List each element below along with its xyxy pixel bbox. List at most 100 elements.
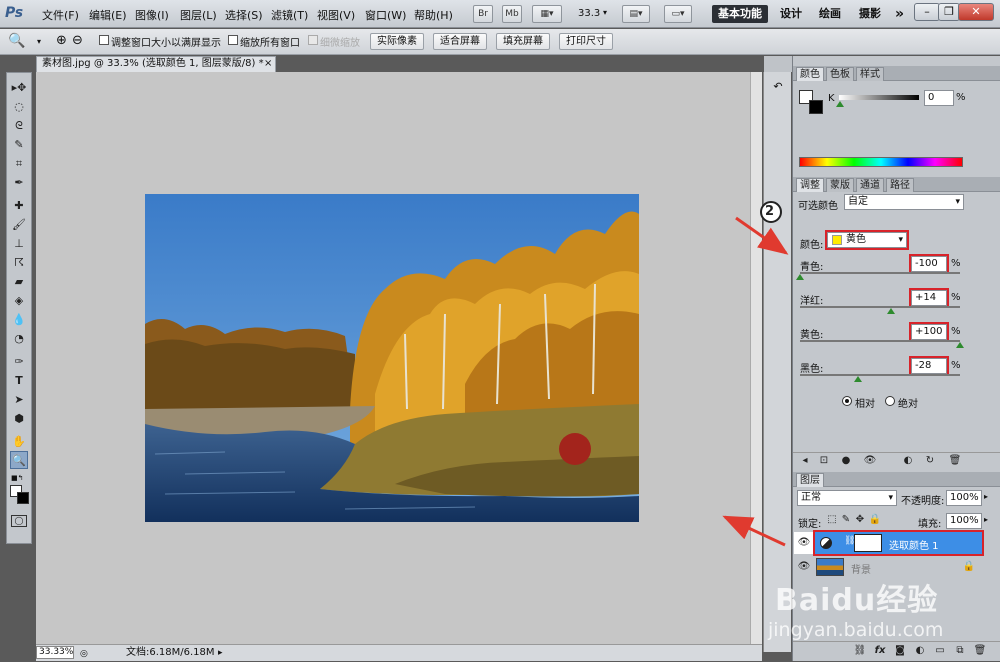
move-tool-icon[interactable]: ▸✥ (10, 79, 28, 97)
back-arrow-icon[interactable]: ◂ (798, 455, 812, 466)
magenta-slider-knob[interactable] (887, 308, 896, 314)
opacity-field[interactable]: 100% (946, 490, 982, 506)
bg-color-swatch[interactable] (809, 100, 823, 114)
mask-icon[interactable]: ◙ (893, 645, 907, 656)
menu-file[interactable]: 文件(F) (42, 7, 79, 23)
screen-mode-button[interactable]: ▭▾ (664, 5, 692, 23)
trash-icon[interactable]: 🗑 (973, 645, 987, 656)
cyan-slider-track[interactable] (800, 272, 960, 274)
workspace-painting[interactable]: 绘画 (813, 5, 847, 23)
quick-mask-icon[interactable]: ◯ (11, 515, 27, 527)
zoom-tool-icon[interactable]: 🔍 (10, 451, 28, 469)
lock-all-icon[interactable]: 🔒 (868, 514, 882, 525)
reset-icon[interactable]: ↻ (923, 455, 937, 466)
cyan-slider-knob[interactable] (796, 274, 804, 280)
workspace-essentials[interactable]: 基本功能 (712, 5, 768, 23)
zoom-tool-icon[interactable]: 🔍 (8, 33, 25, 49)
menu-filter[interactable]: 滤镜(T) (271, 7, 308, 23)
resize-windows-checkbox[interactable] (99, 35, 109, 45)
layer-name[interactable]: 背景 (851, 561, 871, 576)
shape-tool-icon[interactable]: ⬢ (10, 410, 28, 428)
yellow-slider-track[interactable] (800, 340, 960, 342)
zoom-all-checkbox[interactable] (228, 35, 238, 45)
tab-swatches[interactable]: 色板 (826, 67, 854, 81)
menu-help[interactable]: 帮助(H) (414, 7, 453, 23)
tab-masks[interactable]: 蒙版 (826, 178, 854, 192)
vertical-scrollbar[interactable] (750, 72, 762, 644)
menu-select[interactable]: 选择(S) (225, 7, 263, 23)
view-extras-button[interactable]: ▦▾ (532, 5, 562, 23)
chevron-down-icon[interactable]: ▾ (37, 37, 41, 46)
lock-image-icon[interactable]: ✎ (839, 514, 853, 525)
folder-icon[interactable]: ▭ (933, 645, 947, 656)
workspace-design[interactable]: 设计 (774, 5, 808, 23)
document-tab[interactable]: 素材图.jpg @ 33.3% (选取颜色 1, 图层蒙版/8) * × (36, 56, 276, 72)
fx-icon[interactable]: fx (873, 645, 887, 656)
marquee-tool-icon[interactable]: ◌ (10, 98, 28, 116)
pen-tool-icon[interactable]: ✑ (10, 353, 28, 371)
view-previous-icon[interactable]: ◐ (901, 455, 915, 466)
yellow-slider-knob[interactable] (956, 342, 964, 348)
default-colors-icon[interactable]: ■↰ (11, 474, 23, 482)
menu-image[interactable]: 图像(I) (135, 7, 169, 23)
blur-tool-icon[interactable]: 💧 (10, 311, 28, 329)
bridge-button[interactable]: Br (473, 5, 493, 23)
path-select-tool-icon[interactable]: ➤ (10, 391, 28, 409)
relative-radio[interactable] (842, 396, 852, 406)
lock-position-icon[interactable]: ✥ (853, 514, 867, 525)
color-spectrum-bar[interactable] (799, 157, 963, 167)
zoom-out-icon[interactable]: ⊖ (72, 33, 83, 48)
quick-select-tool-icon[interactable]: ✎ (10, 136, 28, 154)
adjustment-icon[interactable]: ◐ (913, 645, 927, 656)
link-icon[interactable]: ⛓ (853, 645, 867, 656)
healing-brush-tool-icon[interactable]: ✚ (10, 197, 28, 215)
brush-tool-icon[interactable]: 🖌 (10, 216, 28, 234)
zoom-status-field[interactable]: 33.33% (36, 646, 74, 659)
new-layer-icon[interactable]: ⧉ (953, 645, 967, 656)
tab-styles[interactable]: 样式 (856, 67, 884, 81)
menu-layer[interactable]: 图层(L) (180, 7, 217, 23)
chevron-right-icon[interactable]: ▸ (984, 492, 988, 501)
clone-stamp-tool-icon[interactable]: ⊥ (10, 235, 28, 253)
eyedropper-tool-icon[interactable]: ✒ (10, 174, 28, 192)
restore-button[interactable]: ❐ (938, 3, 960, 21)
tab-layers[interactable]: 图层 (796, 473, 824, 487)
tab-channels[interactable]: 通道 (856, 178, 884, 192)
minimize-button[interactable]: – (914, 3, 940, 21)
tab-paths[interactable]: 路径 (886, 178, 914, 192)
crop-tool-icon[interactable]: ⌗ (10, 155, 28, 173)
lasso-tool-icon[interactable]: ᘓ (10, 117, 28, 135)
eye-icon[interactable]: 👁 (797, 537, 811, 548)
lock-transparency-icon[interactable]: ⬚ (825, 514, 839, 525)
arrange-documents-button[interactable]: ▤▾ (622, 5, 650, 23)
menu-edit[interactable]: 编辑(E) (89, 7, 127, 23)
magenta-slider-track[interactable] (800, 306, 960, 308)
hand-tool-icon[interactable]: ✋ (10, 433, 28, 451)
tab-color[interactable]: 颜色 (796, 67, 824, 81)
gradient-tool-icon[interactable]: ◈ (10, 292, 28, 310)
eye-icon[interactable]: 👁 (797, 561, 811, 572)
print-size-button[interactable]: 打印尺寸 (559, 33, 613, 50)
workspace-photography[interactable]: 摄影 (853, 5, 887, 23)
fill-screen-button[interactable]: 填充屏幕 (496, 33, 550, 50)
eraser-tool-icon[interactable]: ▰ (10, 273, 28, 291)
mini-bridge-button[interactable]: Mb (502, 5, 522, 23)
clip-layer-icon[interactable]: ● (839, 455, 853, 466)
black-slider-track[interactable] (800, 374, 960, 376)
background-color-swatch[interactable] (17, 492, 29, 504)
actual-pixels-button[interactable]: 实际像素 (370, 33, 424, 50)
close-icon[interactable]: × (264, 57, 272, 71)
menu-view[interactable]: 视图(V) (317, 7, 355, 23)
history-panel-icon[interactable]: ↶ (769, 78, 787, 96)
zoom-level-dropdown[interactable]: 33.3 (578, 8, 600, 19)
zoom-in-icon[interactable]: ⊕ (56, 33, 67, 48)
history-brush-tool-icon[interactable]: ☈ (10, 254, 28, 272)
fit-screen-button[interactable]: 适合屏幕 (433, 33, 487, 50)
tab-adjustments[interactable]: 调整 (796, 178, 824, 192)
visibility-icon[interactable]: 👁 (863, 455, 877, 466)
fill-field[interactable]: 100% (946, 513, 982, 529)
k-slider-knob[interactable] (836, 101, 844, 107)
k-slider-track[interactable] (839, 95, 919, 100)
preset-dropdown[interactable]: 自定 ▾ (844, 194, 964, 210)
absolute-radio[interactable] (885, 396, 895, 406)
